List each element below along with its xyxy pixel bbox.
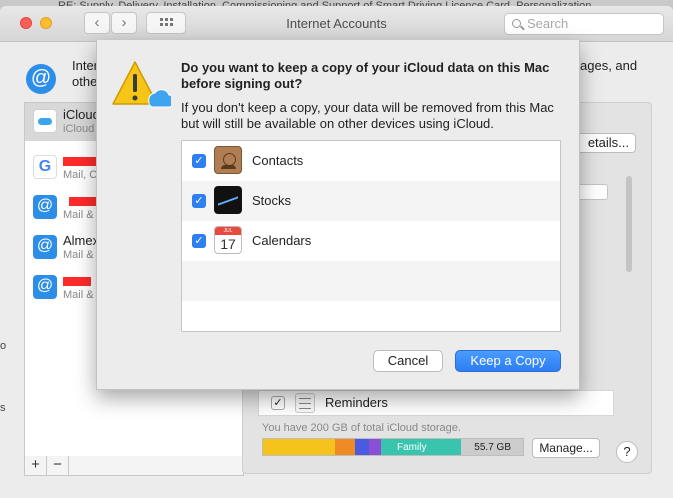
- calendars-label: Calendars: [252, 233, 312, 248]
- scrollbar-thumb[interactable]: [626, 176, 632, 272]
- calendar-icon-month: JUL: [215, 227, 241, 235]
- remove-account-button[interactable]: −: [47, 456, 69, 475]
- at-icon: @: [33, 235, 57, 259]
- reminders-icon: [295, 393, 315, 413]
- reminders-label: Reminders: [325, 395, 388, 410]
- google-icon: G: [33, 155, 57, 179]
- calendars-checkbox[interactable]: ✓: [192, 234, 206, 248]
- warning-icon: [112, 61, 171, 108]
- account-name: Almex: [63, 233, 100, 248]
- dialog-message: If you don't keep a copy, your data will…: [181, 100, 554, 131]
- list-item-stocks: ✓ Stocks: [182, 181, 560, 221]
- search-field[interactable]: Search: [504, 13, 664, 35]
- account-subtitle: Mail, C: [63, 169, 98, 181]
- search-icon: [512, 19, 521, 28]
- dialog-title: Do you want to keep a copy of your iClou…: [181, 60, 550, 91]
- add-account-button[interactable]: +: [25, 456, 47, 475]
- manage-storage-button[interactable]: Manage...: [532, 438, 600, 458]
- account-name: iCloud: [63, 107, 100, 122]
- sign-out-dialog: Do you want to keep a copy of your iClou…: [96, 40, 580, 390]
- stocks-checkbox[interactable]: ✓: [192, 194, 206, 208]
- contacts-checkbox[interactable]: ✓: [192, 154, 206, 168]
- account-subtitle: Mail &: [63, 249, 94, 261]
- storage-segment-family: Family: [381, 439, 461, 455]
- list-item-contacts: ✓ Contacts: [182, 141, 560, 181]
- intro-text-right: ages, and: [580, 58, 638, 73]
- icloud-icon: [33, 109, 57, 133]
- edge-fragment-o: o: [0, 340, 7, 352]
- keep-a-copy-button[interactable]: Keep a Copy: [455, 350, 561, 372]
- storage-segment-photos: [263, 439, 335, 455]
- help-button[interactable]: ?: [616, 441, 638, 463]
- account-name-redacted: [63, 273, 93, 288]
- edge-fragment-s: s: [0, 402, 6, 414]
- options-button[interactable]: [576, 184, 608, 200]
- at-icon: @: [33, 195, 57, 219]
- internet-accounts-icon: @: [26, 64, 56, 94]
- calendar-icon-day: 17: [220, 236, 236, 252]
- storage-text: You have 200 GB of total iCloud storage.: [262, 422, 461, 434]
- list-controls: + −: [24, 456, 244, 476]
- reminders-checkbox[interactable]: ✓: [271, 396, 285, 410]
- storage-segment-orange: [335, 439, 355, 455]
- contacts-label: Contacts: [252, 153, 304, 168]
- keep-data-list: ✓ Contacts ✓ Stocks ✓ JUL 17 Calendars: [181, 140, 561, 332]
- scrollbar[interactable]: [624, 174, 634, 414]
- account-subtitle: iCloud: [63, 123, 95, 135]
- stocks-label: Stocks: [252, 193, 292, 208]
- at-icon: @: [33, 275, 57, 299]
- stocks-icon: [214, 186, 242, 214]
- list-item-empty: [182, 261, 560, 301]
- storage-bar: Family 55.7 GB: [262, 438, 524, 456]
- cancel-button[interactable]: Cancel: [373, 350, 443, 372]
- account-subtitle: Mail &: [63, 209, 94, 221]
- storage-segment-purple: [369, 439, 381, 455]
- account-subtitle: Mail &: [63, 289, 94, 301]
- list-item-calendars: ✓ JUL 17 Calendars: [182, 221, 560, 261]
- search-placeholder: Search: [527, 16, 569, 31]
- titlebar: ‹ › Internet Accounts Search: [0, 6, 673, 42]
- storage-segment-blue: [355, 439, 369, 455]
- storage-size-label: 55.7 GB: [474, 442, 511, 453]
- service-row-reminders: ✓ Reminders: [258, 390, 614, 416]
- calendar-icon: JUL 17: [214, 226, 242, 254]
- contacts-icon: [214, 146, 242, 174]
